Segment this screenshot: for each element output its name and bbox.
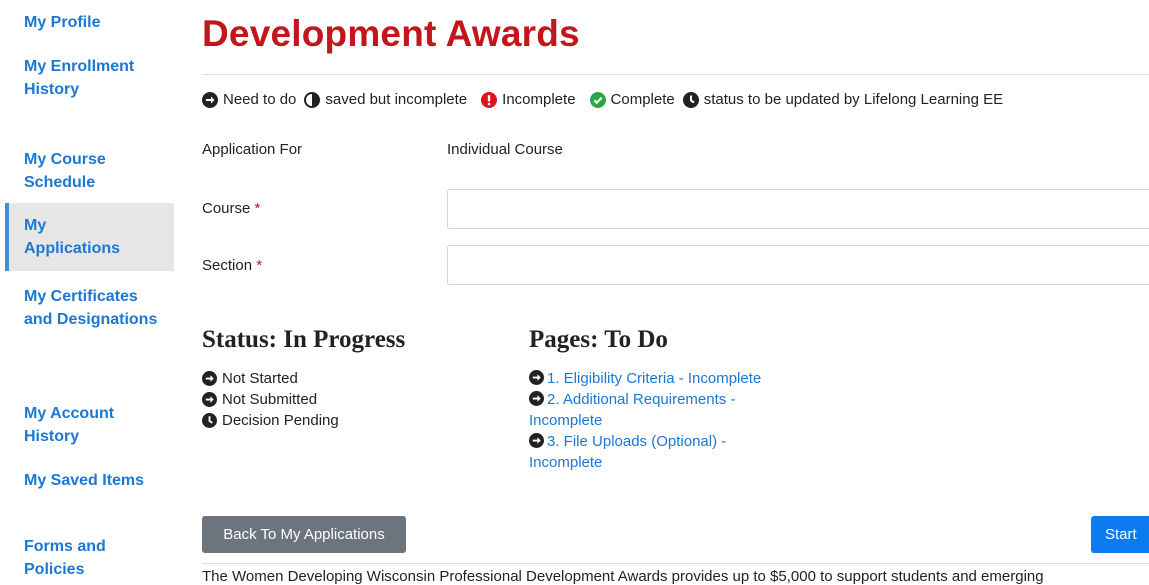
legend-saved-incomplete: saved but incomplete [304,91,467,108]
page-link-file-uploads[interactable]: 3. File Uploads (Optional) - Incomplete [529,431,769,473]
page-link-label[interactable]: 2. Additional Requirements - Incomplete [529,391,735,429]
legend-complete: Complete [589,91,675,108]
legend-complete-label: Complete [610,91,675,108]
status-item-label: Decision Pending [222,412,339,429]
legend-need-to-do-label: Need to do [223,91,297,108]
status-item: Not Submitted [202,389,339,410]
legend-saved-incomplete-label: saved but incomplete [325,91,468,108]
page-link-label[interactable]: 3. File Uploads (Optional) - Incomplete [529,433,726,471]
course-select[interactable] [447,189,1149,229]
status-heading: Status: In Progress [202,326,406,353]
application-for-value: Individual Course [447,141,563,158]
start-button[interactable]: Start [1091,516,1149,553]
sidebar-nav: My Profile My Enrollment History My Cour… [0,0,175,581]
title-divider [202,74,1149,75]
sidebar-item-my-profile[interactable]: My Profile [24,11,164,34]
page-link-additional-requirements[interactable]: 2. Additional Requirements - Incomplete [529,389,779,431]
description-text: The Women Developing Wisconsin Professio… [202,568,1044,585]
legend-pending: status to be updated by Lifelong Learnin… [682,91,1004,108]
page-link-label[interactable]: 1. Eligibility Criteria - Incomplete [547,370,761,387]
arrow-circle-right-icon [202,371,217,386]
back-to-applications-button[interactable]: Back To My Applications [202,516,406,553]
status-item: Not Started [202,368,339,389]
legend-need-to-do: Need to do [202,91,296,108]
section-label: Section * [202,257,262,274]
sidebar-item-my-enrollment-history[interactable]: My Enrollment History [24,55,164,101]
required-asterisk: * [254,200,261,217]
pages-list: 1. Eligibility Criteria - Incomplete 2. … [529,368,809,473]
sidebar-item-my-account-history[interactable]: My Account History [24,402,164,448]
application-for-label: Application For [202,141,303,158]
legend-incomplete: Incomplete [481,91,576,108]
exclamation-circle-icon [481,91,498,108]
course-label: Course * [202,200,260,217]
page-link-eligibility[interactable]: 1. Eligibility Criteria - Incomplete [529,368,809,389]
sidebar-item-forms-and-policies[interactable]: Forms and Policies [24,535,164,581]
arrow-circle-right-icon [529,370,544,385]
legend-pending-label: status to be updated by Lifelong Learnin… [703,91,1004,108]
arrow-circle-right-icon [202,91,218,108]
status-item-label: Not Submitted [222,391,318,408]
status-item: Decision Pending [202,410,339,431]
status-list: Not Started Not Submitted Decision Pendi… [202,368,339,431]
clock-icon [682,91,699,108]
sidebar-item-my-course-schedule[interactable]: My Course Schedule [24,148,164,194]
sidebar-item-my-applications[interactable]: My Applications [24,214,134,260]
sidebar-item-my-certificates[interactable]: My Certificates and Designations [24,285,164,331]
legend-incomplete-label: Incomplete [502,91,576,108]
arrow-circle-right-icon [529,391,544,406]
footer-divider [202,563,1149,564]
check-circle-icon [589,91,606,108]
clock-icon [202,413,217,428]
course-label-text: Course [202,200,251,217]
required-asterisk: * [256,257,263,274]
pages-heading: Pages: To Do [529,326,668,353]
main-content: Development Awards Need to do saved but … [202,0,1149,585]
status-item-label: Not Started [222,370,298,387]
section-select[interactable] [447,245,1149,285]
section-label-text: Section [202,257,253,274]
status-legend: Need to do saved but incomplete Incomple… [202,91,1011,108]
sidebar-item-my-saved-items[interactable]: My Saved Items [24,469,164,492]
half-circle-icon [304,91,321,108]
arrow-circle-right-icon [202,392,217,407]
page-title: Development Awards [202,13,580,54]
arrow-circle-right-icon [529,433,544,448]
